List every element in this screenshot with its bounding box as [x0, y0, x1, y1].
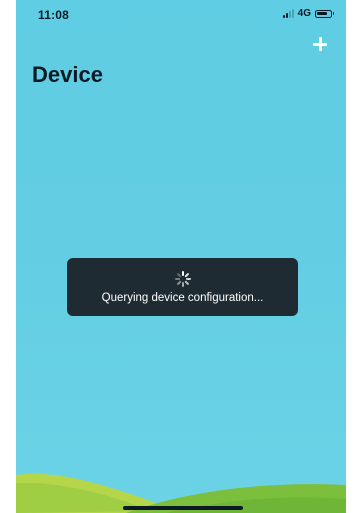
add-device-button[interactable]	[310, 34, 330, 54]
loading-toast: Querying device configuration...	[67, 258, 298, 316]
phone-screen: 11:08 4G Device Querying device configur…	[16, 0, 346, 513]
status-bar: 11:08 4G	[16, 0, 346, 28]
page-title: Device	[32, 62, 103, 87]
status-indicators: 4G	[282, 8, 334, 19]
loading-spinner-icon	[174, 270, 191, 287]
signal-bars-icon	[282, 9, 294, 18]
network-type-label: 4G	[297, 8, 311, 19]
battery-icon	[315, 9, 334, 18]
home-indicator[interactable]	[123, 506, 243, 510]
status-time: 11:08	[38, 8, 70, 22]
toast-message: Querying device configuration...	[101, 291, 264, 304]
